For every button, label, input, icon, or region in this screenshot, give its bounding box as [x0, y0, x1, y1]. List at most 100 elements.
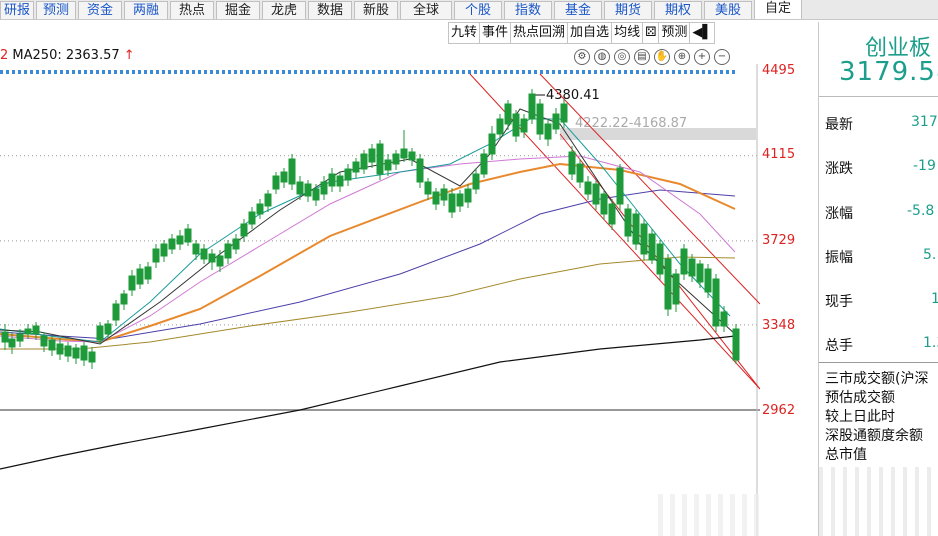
candle-body: [320, 181, 328, 195]
list-item: 三市成交额(沪深: [825, 371, 929, 387]
candle-body: [240, 223, 248, 237]
price-label-3: 3729: [762, 233, 796, 248]
candle-body: [624, 208, 632, 237]
nav-tab[interactable]: 新股: [354, 1, 398, 19]
toolbar-button[interactable]: ◀▌: [690, 23, 714, 43]
nav-tab[interactable]: 美股: [704, 1, 752, 19]
candle-body: [568, 151, 576, 175]
toolbar-button[interactable]: 加自选: [568, 23, 613, 43]
candle-body: [280, 171, 288, 183]
row-label-change: 涨跌: [825, 161, 853, 177]
candle-body: [592, 183, 600, 205]
candle-body: [248, 211, 256, 225]
candle-body: [440, 188, 448, 201]
candle-body: [648, 233, 656, 261]
toolbar-button[interactable]: 预测: [659, 23, 691, 43]
row-label-change-pct: 涨幅: [825, 206, 853, 222]
candle-body: [232, 238, 240, 250]
ma-indicator-label: 2 MA250: 2363.57 ↑: [0, 48, 135, 64]
nav-tab[interactable]: 两融: [124, 1, 168, 19]
price-label-4: 3348: [762, 318, 796, 333]
candle-body: [536, 103, 544, 135]
trading-app: 研报 预测 资金 两融 热点 掘金 龙虎 数据 新股 全球 个股 指数 基金 期货 期权 美股 自定 九转 事件热…: [0, 0, 938, 536]
ma10-line: [0, 118, 731, 343]
candle-body: [584, 181, 592, 195]
toolbar-button[interactable]: 九转: [449, 23, 481, 43]
nav-tab[interactable]: 龙虎: [262, 1, 306, 19]
candle-body: [216, 255, 224, 267]
nav-tab[interactable]: 个股: [454, 1, 502, 19]
candle-body: [600, 193, 608, 215]
candle-body: [432, 191, 440, 205]
hand-icon[interactable]: ✋: [654, 49, 670, 65]
nav-tab[interactable]: 资金: [78, 1, 122, 19]
list-item: 较上日此时: [825, 409, 895, 425]
toolbar-button[interactable]: 均线: [612, 23, 644, 43]
candle-body: [32, 325, 40, 335]
nav-tab[interactable]: 掘金: [216, 1, 260, 19]
nav-tab[interactable]: 研报: [0, 1, 34, 19]
candle-body: [88, 351, 96, 363]
candle-body: [48, 339, 56, 351]
candle-body: [128, 275, 136, 291]
zoom-out-icon[interactable]: −: [714, 49, 730, 65]
candle-body: [552, 113, 560, 130]
candle-body: [576, 163, 584, 183]
price-label-5: 2962: [762, 403, 796, 418]
price-label-1: 4495: [762, 63, 796, 78]
list-item: 总市值: [825, 447, 867, 463]
candle-body: [224, 243, 232, 259]
quote-panel: 创业板 3179.58 最新 317 涨跌 -19 涨幅 -5.8 振幅 5. …: [818, 22, 938, 536]
nav-tab[interactable]: 指数: [504, 1, 552, 19]
candle-body: [344, 168, 352, 181]
zoom-in-icon[interactable]: +: [694, 49, 710, 65]
candle-body: [112, 303, 120, 321]
candle-body: [512, 113, 520, 137]
nav-tab[interactable]: 全球: [400, 1, 452, 19]
row-value-change-pct: -5.8: [907, 203, 935, 219]
list-item: 深股通额度余额: [825, 428, 923, 444]
nav-tab[interactable]: 基金: [554, 1, 602, 19]
nav-tab[interactable]: 预测: [36, 1, 76, 19]
nav-tab[interactable]: 期货: [604, 1, 652, 19]
candle-body: [392, 153, 400, 165]
row-value-latest: 317: [911, 114, 938, 130]
candle-body: [160, 243, 168, 257]
nav-tab[interactable]: 热点: [170, 1, 214, 19]
candle-body: [544, 123, 552, 140]
candle-body: [304, 183, 312, 197]
candle-body: [472, 173, 480, 190]
candle-body: [504, 103, 512, 125]
divider: [819, 96, 938, 97]
high-annotation: 4380.41: [546, 88, 600, 103]
index-price: 3179.58: [839, 57, 938, 87]
candle-body: [176, 235, 184, 245]
candle-body: [288, 158, 296, 185]
candle-body: [136, 268, 144, 285]
candle-body: [104, 323, 112, 335]
circle-icon[interactable]: ◍: [594, 49, 610, 65]
settings-icon[interactable]: ◎: [614, 49, 630, 65]
gear-icon[interactable]: ⚙: [574, 49, 590, 65]
ma20-line: [0, 155, 736, 343]
up-arrow-icon: ↑: [123, 48, 135, 63]
toolbar-button[interactable]: 热点回溯: [511, 23, 569, 43]
chart-toolbar: 九转 事件 热点回溯 加自选 均线 ⚄ 预测 ◀▌: [448, 22, 716, 44]
blurred-area: [658, 494, 760, 536]
candlestick-chart[interactable]: 4222.22-4168.874380.41: [0, 64, 760, 536]
price-label-2: 4115: [762, 147, 796, 162]
candle-body: [680, 248, 688, 275]
toolbar-button[interactable]: ⚄: [643, 23, 660, 43]
candle-body: [616, 167, 624, 205]
toolbar-button[interactable]: 事件: [480, 23, 512, 43]
nav-tab[interactable]: 数据: [308, 1, 352, 19]
briefcase-icon[interactable]: ▤: [634, 49, 650, 65]
nav-tab[interactable]: 自定: [754, 0, 802, 19]
lock-icon[interactable]: ⊕: [674, 49, 690, 65]
divider: [819, 362, 938, 363]
candle-body: [480, 153, 488, 175]
candle-body: [664, 258, 672, 310]
candle-body: [416, 158, 424, 183]
nav-tab[interactable]: 期权: [654, 1, 702, 19]
candle-body: [696, 263, 704, 283]
